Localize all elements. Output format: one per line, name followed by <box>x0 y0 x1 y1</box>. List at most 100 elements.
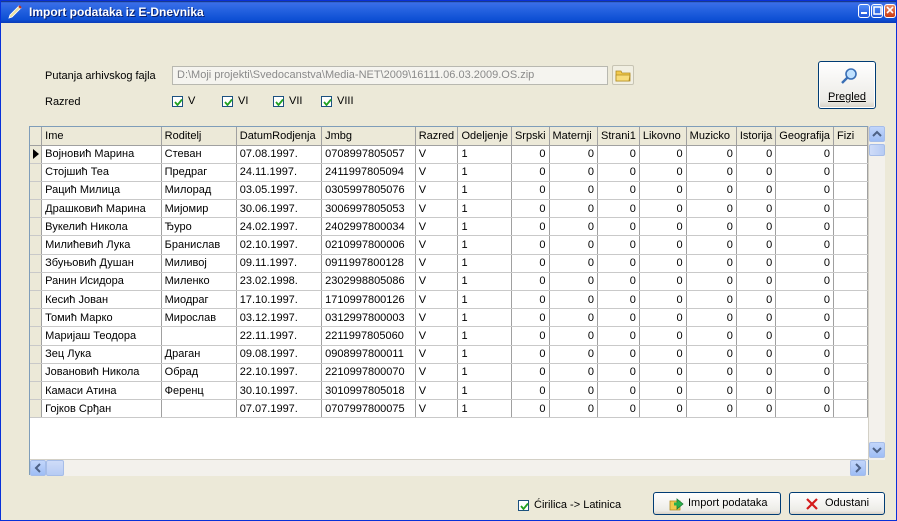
table-row[interactable]: Драшковић Марина Мијомир 30.06.1997. 300699… <box>30 199 868 219</box>
table-cell[interactable]: V <box>415 235 459 255</box>
table-cell[interactable]: 0 <box>775 254 835 273</box>
table-cell[interactable]: V <box>415 326 459 346</box>
table-cell[interactable]: 0 <box>511 345 550 364</box>
table-cell[interactable] <box>833 399 868 419</box>
table-cell[interactable]: 0 <box>639 308 687 328</box>
table-cell[interactable] <box>833 363 868 382</box>
table-cell[interactable]: 17.10.1997. <box>236 290 323 310</box>
column-header[interactable]: Roditelj <box>161 127 237 146</box>
table-cell[interactable]: 0 <box>775 145 835 164</box>
table-row[interactable]: Рацић Милица Милорад 03.05.1997. 0305997805… <box>30 181 868 201</box>
table-cell[interactable]: V <box>415 199 459 219</box>
table-cell[interactable]: 0 <box>511 235 550 255</box>
table-cell[interactable]: 0 <box>549 290 599 310</box>
grade-checkbox-v[interactable]: V <box>172 95 195 109</box>
table-cell[interactable]: 0 <box>639 345 687 364</box>
table-cell[interactable]: 0 <box>549 181 599 201</box>
table-cell[interactable]: 22.11.1997. <box>236 326 323 346</box>
table-cell[interactable]: 0 <box>511 399 550 419</box>
table-cell[interactable] <box>833 235 868 255</box>
grade-checkbox-vii[interactable]: VII <box>273 95 302 109</box>
table-cell[interactable]: 0 <box>639 235 687 255</box>
table-cell[interactable]: Мијомир <box>161 199 237 219</box>
table-cell[interactable]: 0 <box>511 254 550 273</box>
column-header[interactable]: Istorija <box>736 127 777 146</box>
table-cell[interactable]: 0 <box>549 345 599 364</box>
table-row[interactable]: Ранин Исидора Миленко 23.02.1998. 230299880… <box>30 272 868 292</box>
table-cell[interactable]: 0 <box>736 235 777 255</box>
table-cell[interactable]: 30.10.1997. <box>236 381 323 401</box>
table-cell[interactable]: 1 <box>457 308 512 328</box>
table-cell[interactable]: Предраг <box>161 163 237 182</box>
table-cell[interactable]: 1 <box>457 181 512 201</box>
table-cell[interactable]: Драган <box>161 345 237 364</box>
table-cell[interactable]: 07.07.1997. <box>236 399 323 419</box>
table-row[interactable]: Вукелић Никола Ђуро 24.02.1997. 24029978000… <box>30 217 868 237</box>
table-cell[interactable]: 1 <box>457 235 512 255</box>
table-cell[interactable]: 0 <box>736 363 777 382</box>
table-cell[interactable]: 0 <box>686 163 737 182</box>
table-cell[interactable]: V <box>415 363 459 382</box>
table-cell[interactable]: 3006997805053 <box>321 199 416 219</box>
table-cell[interactable]: Збуњовић Душан <box>41 254 162 273</box>
table-cell[interactable]: Драшковић Марина <box>41 199 162 219</box>
maximize-button[interactable] <box>871 4 883 18</box>
table-cell[interactable]: 0 <box>511 381 550 401</box>
table-row[interactable]: Кесић Јован Миодраг 17.10.1997. 17109978001… <box>30 290 868 310</box>
table-cell[interactable]: 0 <box>511 272 550 292</box>
table-cell[interactable]: Томић Марко <box>41 308 162 328</box>
table-cell[interactable]: 1 <box>457 399 512 419</box>
table-cell[interactable]: 0707997800075 <box>321 399 416 419</box>
table-cell[interactable]: 0 <box>511 199 550 219</box>
vertical-scrollbar[interactable] <box>868 126 885 460</box>
table-cell[interactable] <box>833 326 868 346</box>
table-cell[interactable]: 0 <box>775 363 835 382</box>
table-cell[interactable]: V <box>415 381 459 401</box>
table-cell[interactable] <box>833 272 868 292</box>
table-cell[interactable]: 0 <box>597 145 640 164</box>
transliteration-checkbox[interactable]: Ćirilica -> Latinica <box>518 499 621 513</box>
table-cell[interactable]: 0 <box>686 290 737 310</box>
table-cell[interactable]: V <box>415 163 459 182</box>
table-cell[interactable]: 0 <box>597 181 640 201</box>
table-cell[interactable]: 3010997805018 <box>321 381 416 401</box>
table-cell[interactable]: 1 <box>457 363 512 382</box>
table-cell[interactable]: 0 <box>639 399 687 419</box>
table-cell[interactable]: 0305997805076 <box>321 181 416 201</box>
table-cell[interactable]: Ранин Исидора <box>41 272 162 292</box>
table-cell[interactable]: V <box>415 181 459 201</box>
horizontal-scrollbar[interactable] <box>30 459 868 476</box>
table-cell[interactable]: Маријаш Теодора <box>41 326 162 346</box>
table-cell[interactable]: 0 <box>736 254 777 273</box>
table-cell[interactable]: 09.11.1997. <box>236 254 323 273</box>
row-selector[interactable] <box>30 326 43 346</box>
column-header[interactable]: Likovno <box>639 127 687 146</box>
cancel-button[interactable]: Odustani <box>789 492 885 515</box>
scroll-down-button[interactable] <box>869 442 885 458</box>
table-cell[interactable]: 0 <box>686 381 737 401</box>
table-cell[interactable]: 1 <box>457 217 512 237</box>
column-header[interactable]: Jmbg <box>321 127 416 146</box>
table-cell[interactable]: 0 <box>597 345 640 364</box>
table-cell[interactable]: Ђуро <box>161 217 237 237</box>
table-cell[interactable]: 0 <box>775 381 835 401</box>
table-cell[interactable]: 1 <box>457 254 512 273</box>
table-cell[interactable]: 1 <box>457 381 512 401</box>
table-cell[interactable]: V <box>415 254 459 273</box>
table-cell[interactable]: 0 <box>639 145 687 164</box>
table-cell[interactable]: 0 <box>686 345 737 364</box>
table-cell[interactable]: 2302998805086 <box>321 272 416 292</box>
table-cell[interactable]: 0 <box>549 145 599 164</box>
table-cell[interactable] <box>161 399 237 419</box>
table-cell[interactable]: V <box>415 272 459 292</box>
row-selector[interactable] <box>30 290 43 310</box>
table-cell[interactable] <box>833 199 868 219</box>
table-cell[interactable]: 1 <box>457 199 512 219</box>
table-cell[interactable]: 0 <box>597 199 640 219</box>
row-selector[interactable] <box>30 399 43 419</box>
table-cell[interactable]: 0 <box>549 163 599 182</box>
table-cell[interactable]: 03.12.1997. <box>236 308 323 328</box>
table-cell[interactable] <box>833 181 868 201</box>
column-header[interactable]: Strani1 <box>597 127 640 146</box>
table-cell[interactable]: 09.08.1997. <box>236 345 323 364</box>
